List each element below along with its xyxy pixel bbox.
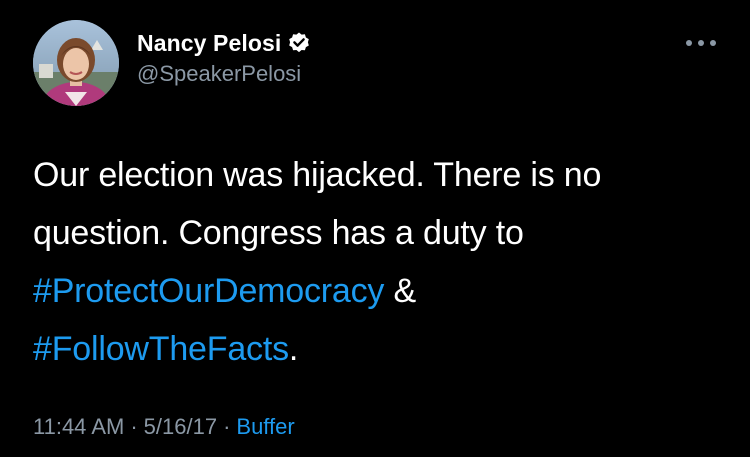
hashtag-link[interactable]: #FollowTheFacts: [33, 330, 289, 368]
separator-dot: ·: [223, 414, 231, 439]
ellipsis-icon: [698, 40, 704, 46]
ampersand-text: &: [384, 272, 416, 310]
verified-badge-icon: [287, 31, 311, 55]
tweet-text-line: Our election was hijacked. There is no: [33, 156, 602, 194]
ellipsis-icon: [686, 40, 692, 46]
tweet-date[interactable]: 5/16/17: [144, 414, 217, 439]
name-row: Nancy Pelosi: [137, 28, 311, 58]
tweet-text-line: question. Congress has a duty to: [33, 214, 524, 252]
more-options-button[interactable]: [686, 38, 716, 48]
ellipsis-icon: [710, 40, 716, 46]
tweet-metadata: 11:44 AM · 5/16/17 · Buffer: [33, 414, 295, 440]
tweet-time[interactable]: 11:44 AM: [33, 414, 124, 439]
display-name[interactable]: Nancy Pelosi: [137, 30, 281, 57]
tweet-text-line: #ProtectOurDemocracy &: [33, 262, 723, 320]
profile-photo-icon: [33, 20, 119, 106]
tweet-source-link[interactable]: Buffer: [236, 414, 294, 439]
tweet-card: Nancy Pelosi @SpeakerPelosi Our election…: [0, 0, 750, 457]
hashtag-link[interactable]: #ProtectOurDemocracy: [33, 272, 384, 310]
period-text: .: [288, 330, 299, 368]
tweet-text-line: #FollowTheFacts.: [33, 320, 723, 378]
avatar[interactable]: [33, 20, 119, 106]
separator-dot: ·: [130, 414, 138, 439]
user-handle[interactable]: @SpeakerPelosi: [137, 61, 311, 87]
tweet-author: Nancy Pelosi @SpeakerPelosi: [137, 28, 311, 87]
tweet-text: Our election was hijacked. There is no q…: [33, 146, 723, 378]
